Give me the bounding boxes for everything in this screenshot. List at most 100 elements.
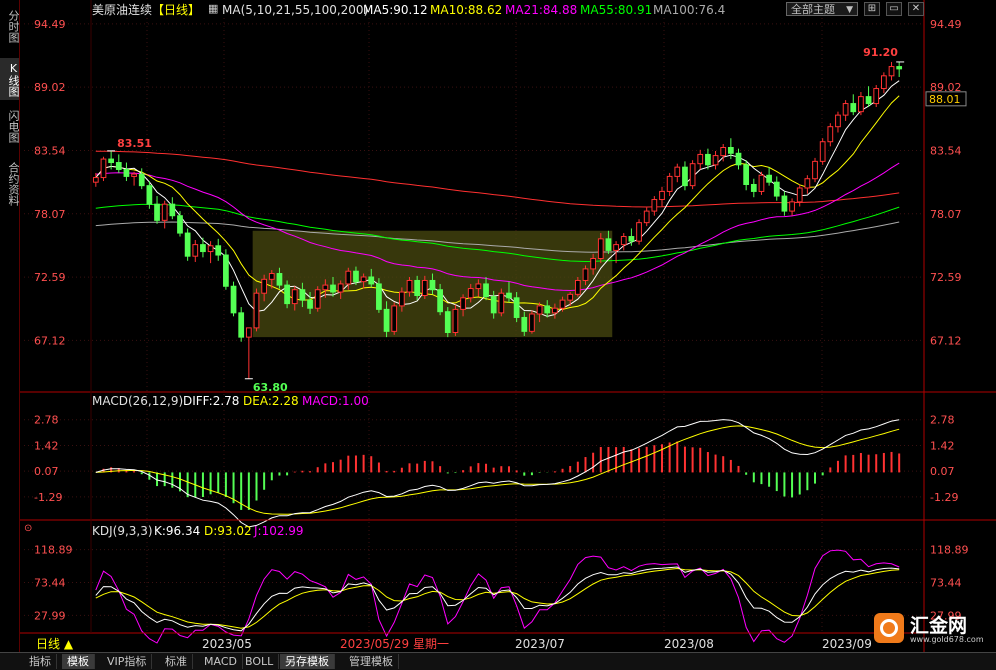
candle-body <box>689 163 696 187</box>
candle-body <box>865 96 872 105</box>
price-tick-label-right: 83.54 <box>930 145 962 158</box>
time-label: 2023/07 <box>515 637 565 651</box>
kdj-k-line <box>95 566 900 632</box>
time-label: 2023/05 <box>202 637 252 651</box>
candle-body <box>697 153 704 165</box>
candle-body <box>620 236 627 246</box>
macd-tick-label-right: 0.07 <box>930 465 955 478</box>
candle-body <box>437 289 443 313</box>
tab-indicators[interactable]: 指标 <box>24 654 57 669</box>
candle-body <box>812 160 818 180</box>
tab-boll[interactable]: BOLL <box>240 654 280 669</box>
kdj-tick-label-left: 118.89 <box>34 544 73 557</box>
candle-body <box>529 313 535 332</box>
candle-body <box>230 285 237 314</box>
period-indicator[interactable]: 日线 ▲ <box>36 637 73 651</box>
price-tick-label-left: 67.12 <box>34 334 66 347</box>
price-tick-label-right: 89.02 <box>930 81 962 94</box>
candle-body <box>200 244 206 253</box>
candle-body <box>383 308 390 332</box>
macd-tick-label-right: 1.42 <box>930 440 955 453</box>
candle-body <box>858 96 864 113</box>
tab-templates[interactable]: 模板 <box>62 654 95 669</box>
kdj-settings-icon[interactable]: ⊙ <box>24 522 32 536</box>
candle-body <box>827 126 834 143</box>
manage-templates-button[interactable]: 管理模板 <box>344 654 399 669</box>
ma200-line <box>95 150 900 208</box>
period-label: 【日线】 <box>152 3 201 17</box>
candle-body <box>276 273 283 286</box>
candle-body <box>720 147 727 157</box>
candle-body <box>467 288 474 299</box>
candle-body <box>314 289 321 309</box>
candle-body <box>146 185 153 205</box>
candle-body <box>506 292 512 299</box>
tab-macd[interactable]: MACD <box>199 654 243 669</box>
candle-body <box>238 312 245 338</box>
chevron-up-icon: ▲ <box>63 637 74 651</box>
candle-body <box>666 175 673 192</box>
minimize-icon[interactable]: ▭ <box>886 2 902 16</box>
candle-body <box>475 283 482 290</box>
save-template-button[interactable]: 另存模板 <box>280 654 335 669</box>
kdj-title: KDJ(9,3,3) <box>92 524 153 538</box>
ma-params: MA(5,10,21,55,100,200) <box>222 3 369 17</box>
candle-body <box>291 289 298 305</box>
candle-body <box>177 215 183 234</box>
tab-standard[interactable]: 标准 <box>160 654 193 669</box>
macd-tick-label-left: 1.42 <box>34 440 59 453</box>
tab-vip-indicators[interactable]: VIP指标 <box>102 654 153 669</box>
candle-body <box>544 305 551 314</box>
candle-body <box>804 178 811 189</box>
candle-body <box>414 279 421 296</box>
price-tick-label-left: 72.59 <box>34 271 66 284</box>
candle-body <box>299 289 306 301</box>
candle-body <box>819 141 826 162</box>
theme-select[interactable]: 全部主题 ▼ <box>786 2 858 16</box>
candle-body <box>789 201 795 212</box>
candle-body <box>682 166 688 187</box>
candle-body <box>727 147 734 154</box>
time-label-cursor: 2023/05/29 星期一 <box>340 637 449 651</box>
candle-body <box>659 190 665 201</box>
time-label: 2023/08 <box>664 637 714 651</box>
candle-body <box>223 254 229 287</box>
macd-value: MACD:1.00 <box>302 394 369 408</box>
kdj-tick-label-right: 73.44 <box>930 577 962 590</box>
candle-body <box>391 305 398 332</box>
candle-body <box>873 88 880 105</box>
candle-body <box>115 162 122 170</box>
time-label: 2023/09 <box>822 637 872 651</box>
candle-body <box>567 293 574 301</box>
close-icon[interactable]: ✕ <box>908 2 924 16</box>
candle-body <box>513 297 520 318</box>
candle-body <box>498 292 505 314</box>
candle-body <box>559 299 566 309</box>
candle-body <box>398 291 405 307</box>
ma-settings-icon[interactable]: ▦ <box>208 2 218 16</box>
candle-body <box>161 203 168 221</box>
candle-body <box>735 152 742 166</box>
candle-body <box>582 268 589 281</box>
candle-body <box>92 177 99 183</box>
price-tick-label-left: 94.49 <box>34 18 66 31</box>
price-tick-label-left: 89.02 <box>34 81 66 94</box>
last-price-label: 88.01 <box>929 93 961 106</box>
high-annotation: 83.51 <box>117 137 152 150</box>
price-tick-label-left: 83.54 <box>34 145 66 158</box>
candle-body <box>322 284 329 291</box>
price-tick-label-right: 78.07 <box>930 208 962 221</box>
candle-body <box>643 210 650 224</box>
candle-body <box>307 299 313 309</box>
candle-body <box>108 158 114 164</box>
candle-body <box>184 232 191 257</box>
macd-dea-line <box>95 425 900 515</box>
candle-body <box>574 279 581 295</box>
candle-body <box>521 316 528 332</box>
candle-body <box>552 307 558 314</box>
candle-body <box>483 283 489 298</box>
price-tick-label-left: 78.07 <box>34 208 66 221</box>
candle-body <box>758 174 765 192</box>
candle-body <box>253 292 260 329</box>
window-toggle-icon[interactable]: ⊞ <box>864 2 880 16</box>
